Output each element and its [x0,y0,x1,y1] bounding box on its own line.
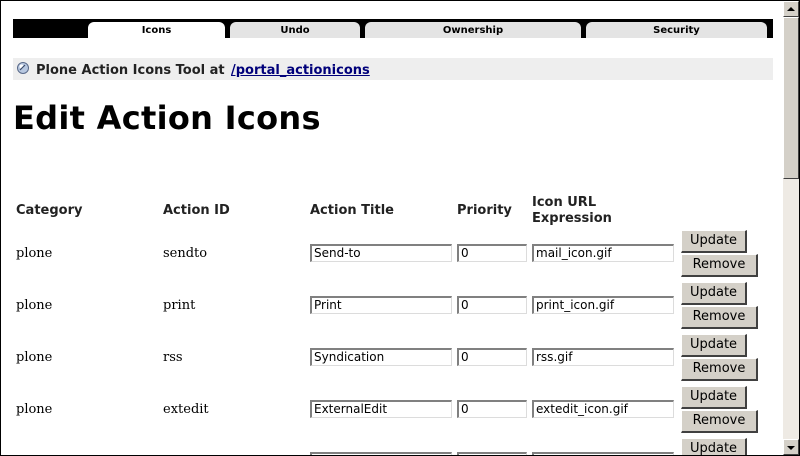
location-label: Plone Action Icons Tool at [36,63,225,78]
column-header-icon-url-line1: Icon URL [532,195,597,210]
category-cell: plone [16,350,53,365]
scroll-down-button[interactable] [783,439,799,455]
column-header-icon-url-line2: Expression [532,211,612,226]
zope-object-icon [17,62,29,74]
column-header-action-id: Action ID [163,203,230,218]
action-id-cell: extedit [163,402,209,417]
priority-input[interactable]: 0 [457,296,527,314]
page-title: Edit Action Icons [13,99,321,137]
tab-icons[interactable]: Icons [88,22,225,38]
category-cell: plone [16,246,53,261]
update-button[interactable]: Update [681,386,747,409]
priority-input[interactable] [457,452,527,455]
action-title-input[interactable]: Send-to [310,244,452,262]
management-tabs: Icons Undo Ownership Security [13,19,773,38]
icon-url-input[interactable] [532,452,674,455]
scrollbar-thumb[interactable] [783,17,799,179]
priority-input[interactable]: 0 [457,348,527,366]
action-title-input[interactable]: Syndication [310,348,452,366]
remove-button[interactable]: Remove [681,254,758,277]
update-button[interactable]: Update [681,438,747,455]
icon-url-input[interactable]: mail_icon.gif [532,244,674,262]
arrow-up-icon [787,7,795,11]
action-title-input[interactable]: ExternalEdit [310,400,452,418]
priority-input[interactable]: 0 [457,400,527,418]
column-header-priority: Priority [457,203,512,218]
update-button[interactable]: Update [681,282,747,305]
priority-input[interactable]: 0 [457,244,527,262]
browser-viewport: Icons Undo Ownership Security Plone Acti… [0,0,800,456]
icon-url-input[interactable]: print_icon.gif [532,296,674,314]
action-id-cell: rss [163,350,183,365]
remove-button[interactable]: Remove [681,306,758,329]
icon-url-input[interactable]: rss.gif [532,348,674,366]
location-bar: Plone Action Icons Tool at /portal_actio… [13,58,773,80]
tab-security[interactable]: Security [586,22,767,38]
column-header-icon-url: Icon URL Expression [532,195,612,227]
location-link[interactable]: /portal_actionicons [231,58,370,83]
vertical-scrollbar[interactable] [783,1,799,455]
category-cell: plone [16,402,53,417]
action-title-input[interactable] [310,452,452,455]
arrow-down-icon [787,446,795,450]
column-header-action-title: Action Title [310,203,394,218]
tab-undo[interactable]: Undo [230,22,360,38]
action-title-input[interactable]: Print [310,296,452,314]
update-button[interactable]: Update [681,230,747,253]
update-button[interactable]: Update [681,334,747,357]
scroll-up-button[interactable] [783,1,799,17]
category-cell: plone [16,298,53,313]
icon-url-input[interactable]: extedit_icon.gif [532,400,674,418]
tab-ownership[interactable]: Ownership [365,22,581,38]
remove-button[interactable]: Remove [681,358,758,381]
column-header-category: Category [16,203,83,218]
action-id-cell: sendto [163,246,208,261]
remove-button[interactable]: Remove [681,410,758,433]
action-id-cell: print [163,298,196,313]
